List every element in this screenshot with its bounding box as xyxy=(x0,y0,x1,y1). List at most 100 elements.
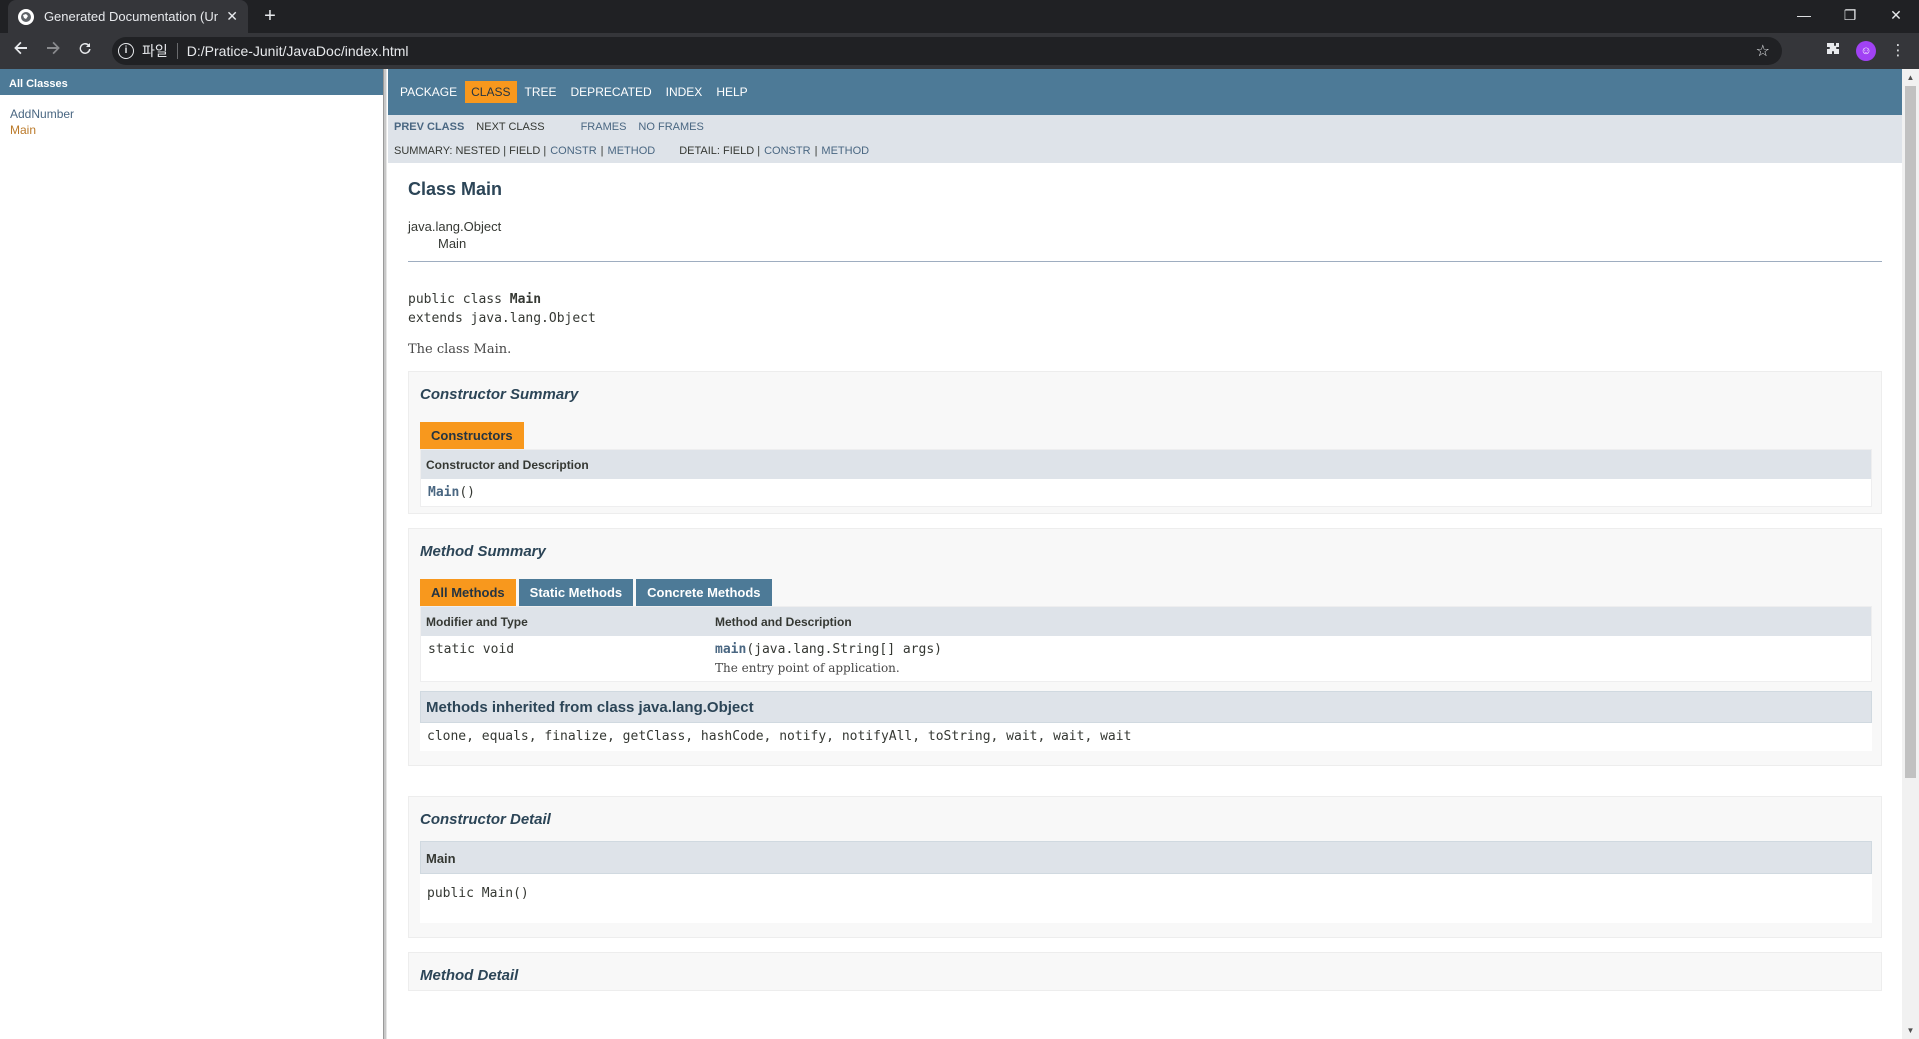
class-list: AddNumber Main xyxy=(0,95,383,138)
method-link-main[interactable]: main xyxy=(715,642,746,657)
all-classes-header: All Classes xyxy=(0,69,383,95)
inherit-parent: java.lang.Object xyxy=(408,219,502,234)
top-nav-bar: PACKAGE CLASS TREE DEPRECATED INDEX HELP xyxy=(388,69,1902,115)
next-class-label: NEXT CLASS xyxy=(476,121,545,133)
inherited-methods-list[interactable]: clone, equals, finalize, getClass, hashC… xyxy=(420,723,1872,751)
nav-class: CLASS xyxy=(465,81,517,103)
list-item: AddNumber xyxy=(10,106,383,122)
arrow-right-icon xyxy=(47,41,60,55)
constructor-detail-header: Main xyxy=(420,841,1872,874)
inherited-methods-header: Methods inherited from class java.lang.O… xyxy=(420,691,1872,723)
tab-concrete-methods[interactable]: Concrete Methods xyxy=(636,579,772,606)
detail-label: DETAIL: FIELD | xyxy=(679,145,761,157)
reload-icon xyxy=(79,42,91,54)
back-button[interactable] xyxy=(9,39,33,63)
summary-constr-link[interactable]: CONSTR xyxy=(550,145,596,157)
detail-constr-link[interactable]: CONSTR xyxy=(764,145,810,157)
profile-avatar-icon[interactable]: ☺ xyxy=(1856,41,1876,61)
browser-tab-bar: Generated Documentation (Untitled) ✕ + —… xyxy=(0,0,1919,33)
constructor-summary: Constructor Summary Constructors Constru… xyxy=(408,371,1882,514)
tab-all-methods[interactable]: All Methods xyxy=(420,579,516,606)
summary-separator: | xyxy=(600,145,604,157)
column-header: Modifier and Type xyxy=(426,614,528,629)
scrollbar-thumb[interactable] xyxy=(1905,86,1916,778)
method-description: The entry point of application. xyxy=(715,661,900,675)
method-summary-title: Method Summary xyxy=(420,543,546,560)
frame-divider[interactable] xyxy=(383,69,387,1039)
vertical-scrollbar[interactable]: ▲ ▼ xyxy=(1902,69,1919,1039)
info-icon[interactable]: i xyxy=(118,43,134,59)
menu-kebab-icon[interactable]: ⋮ xyxy=(1888,41,1908,61)
frames-link[interactable]: FRAMES xyxy=(581,121,627,133)
constructor-cell: Main() xyxy=(421,485,475,500)
method-cell: main(java.lang.String[] args) The entry … xyxy=(715,642,942,675)
class-description: The class Main. xyxy=(408,342,512,357)
nav-index[interactable]: INDEX xyxy=(660,81,709,103)
class-signature: public class Main extends java.lang.Obje… xyxy=(408,290,1882,328)
nav-tree[interactable]: TREE xyxy=(519,81,563,103)
table-header: Constructor and Description xyxy=(421,450,1871,479)
table-header: Modifier and Type Method and Description xyxy=(421,607,1871,636)
class-link-addnumber[interactable]: AddNumber xyxy=(10,107,74,121)
inherit-child: Main xyxy=(438,236,467,251)
column-header: Method and Description xyxy=(715,614,852,629)
sig-prefix: public class xyxy=(408,292,510,307)
method-args: (java.lang.String[] args) xyxy=(746,642,942,657)
sig-extends: extends java.lang.Object xyxy=(408,311,596,326)
method-detail-title: Method Detail xyxy=(420,967,519,984)
method-tabs: All Methods Static Methods Concrete Meth… xyxy=(420,579,1871,606)
close-window-button[interactable]: ✕ xyxy=(1873,0,1919,33)
url-text[interactable]: D:/Pratice-Junit/JavaDoc/index.html xyxy=(187,43,409,59)
page-title: Class Main xyxy=(408,179,503,199)
restore-button[interactable]: ❐ xyxy=(1827,0,1873,33)
constructor-table: Constructor and Description Main() xyxy=(420,449,1872,507)
constructor-detail-title: Constructor Detail xyxy=(420,811,551,828)
method-table: Modifier and Type Method and Description… xyxy=(420,606,1872,682)
omnibox-divider xyxy=(176,43,178,59)
reload-button[interactable] xyxy=(73,39,97,63)
prev-class-label: PREV CLASS xyxy=(394,121,465,133)
globe-icon xyxy=(18,8,34,25)
class-doc-main: Class Main java.lang.Object Main public … xyxy=(388,163,1902,991)
constructor-summary-title: Constructor Summary xyxy=(420,386,579,403)
browser-tab[interactable]: Generated Documentation (Untitled) ✕ xyxy=(8,0,248,33)
tab-static-methods[interactable]: Static Methods xyxy=(518,579,634,606)
arrow-left-icon xyxy=(14,41,27,55)
tab-constructors[interactable]: Constructors xyxy=(420,422,524,449)
new-tab-button[interactable]: + xyxy=(258,4,282,28)
sub-nav: PREV CLASS NEXT CLASS FRAMES NO FRAMES S… xyxy=(388,115,1902,163)
method-detail: Method Detail xyxy=(408,952,1882,991)
scroll-down-icon[interactable]: ▼ xyxy=(1902,1022,1919,1039)
constructor-link-main[interactable]: Main xyxy=(428,485,459,500)
no-frames-link[interactable]: NO FRAMES xyxy=(638,121,703,133)
constructor-detail: Constructor Detail Main public Main() xyxy=(408,796,1882,938)
class-link-main[interactable]: Main xyxy=(10,123,36,137)
all-classes-frame: All Classes AddNumber Main xyxy=(0,69,383,1039)
detail-separator: | xyxy=(814,145,818,157)
close-tab-icon[interactable]: ✕ xyxy=(226,8,238,25)
address-bar[interactable]: i 파일 D:/Pratice-Junit/JavaDoc/index.html… xyxy=(112,37,1782,65)
nav-deprecated[interactable]: DEPRECATED xyxy=(565,81,658,103)
nav-package[interactable]: PACKAGE xyxy=(394,81,463,103)
forward-button[interactable] xyxy=(41,39,65,63)
detail-method-link[interactable]: METHOD xyxy=(821,145,869,157)
minimize-button[interactable]: — xyxy=(1781,0,1827,33)
table-row: Main() xyxy=(421,479,1871,506)
scheme-label: 파일 xyxy=(142,43,168,59)
scroll-up-icon[interactable]: ▲ xyxy=(1902,69,1919,86)
browser-toolbar: i 파일 D:/Pratice-Junit/JavaDoc/index.html… xyxy=(0,33,1919,69)
constructor-args: () xyxy=(459,485,475,500)
summary-method-link[interactable]: METHOD xyxy=(608,145,656,157)
table-row: static void main(java.lang.String[] args… xyxy=(421,636,1871,681)
summary-label: SUMMARY: NESTED | FIELD | xyxy=(394,145,547,157)
class-doc-frame: PACKAGE CLASS TREE DEPRECATED INDEX HELP… xyxy=(388,69,1902,1039)
divider xyxy=(408,261,1882,262)
constructor-detail-signature: public Main() xyxy=(420,874,1872,923)
sub-nav-row-2: SUMMARY: NESTED | FIELD | CONSTR | METHO… xyxy=(394,139,1896,163)
tab-title: Generated Documentation (Untitled) xyxy=(43,9,219,24)
nav-help[interactable]: HELP xyxy=(710,81,753,103)
bookmark-star-icon[interactable]: ☆ xyxy=(1756,41,1770,61)
extensions-puzzle-icon[interactable] xyxy=(1823,41,1843,61)
page-content: All Classes AddNumber Main PACKAGE CLASS… xyxy=(0,69,1919,1039)
method-summary: Method Summary All Methods Static Method… xyxy=(408,528,1882,766)
